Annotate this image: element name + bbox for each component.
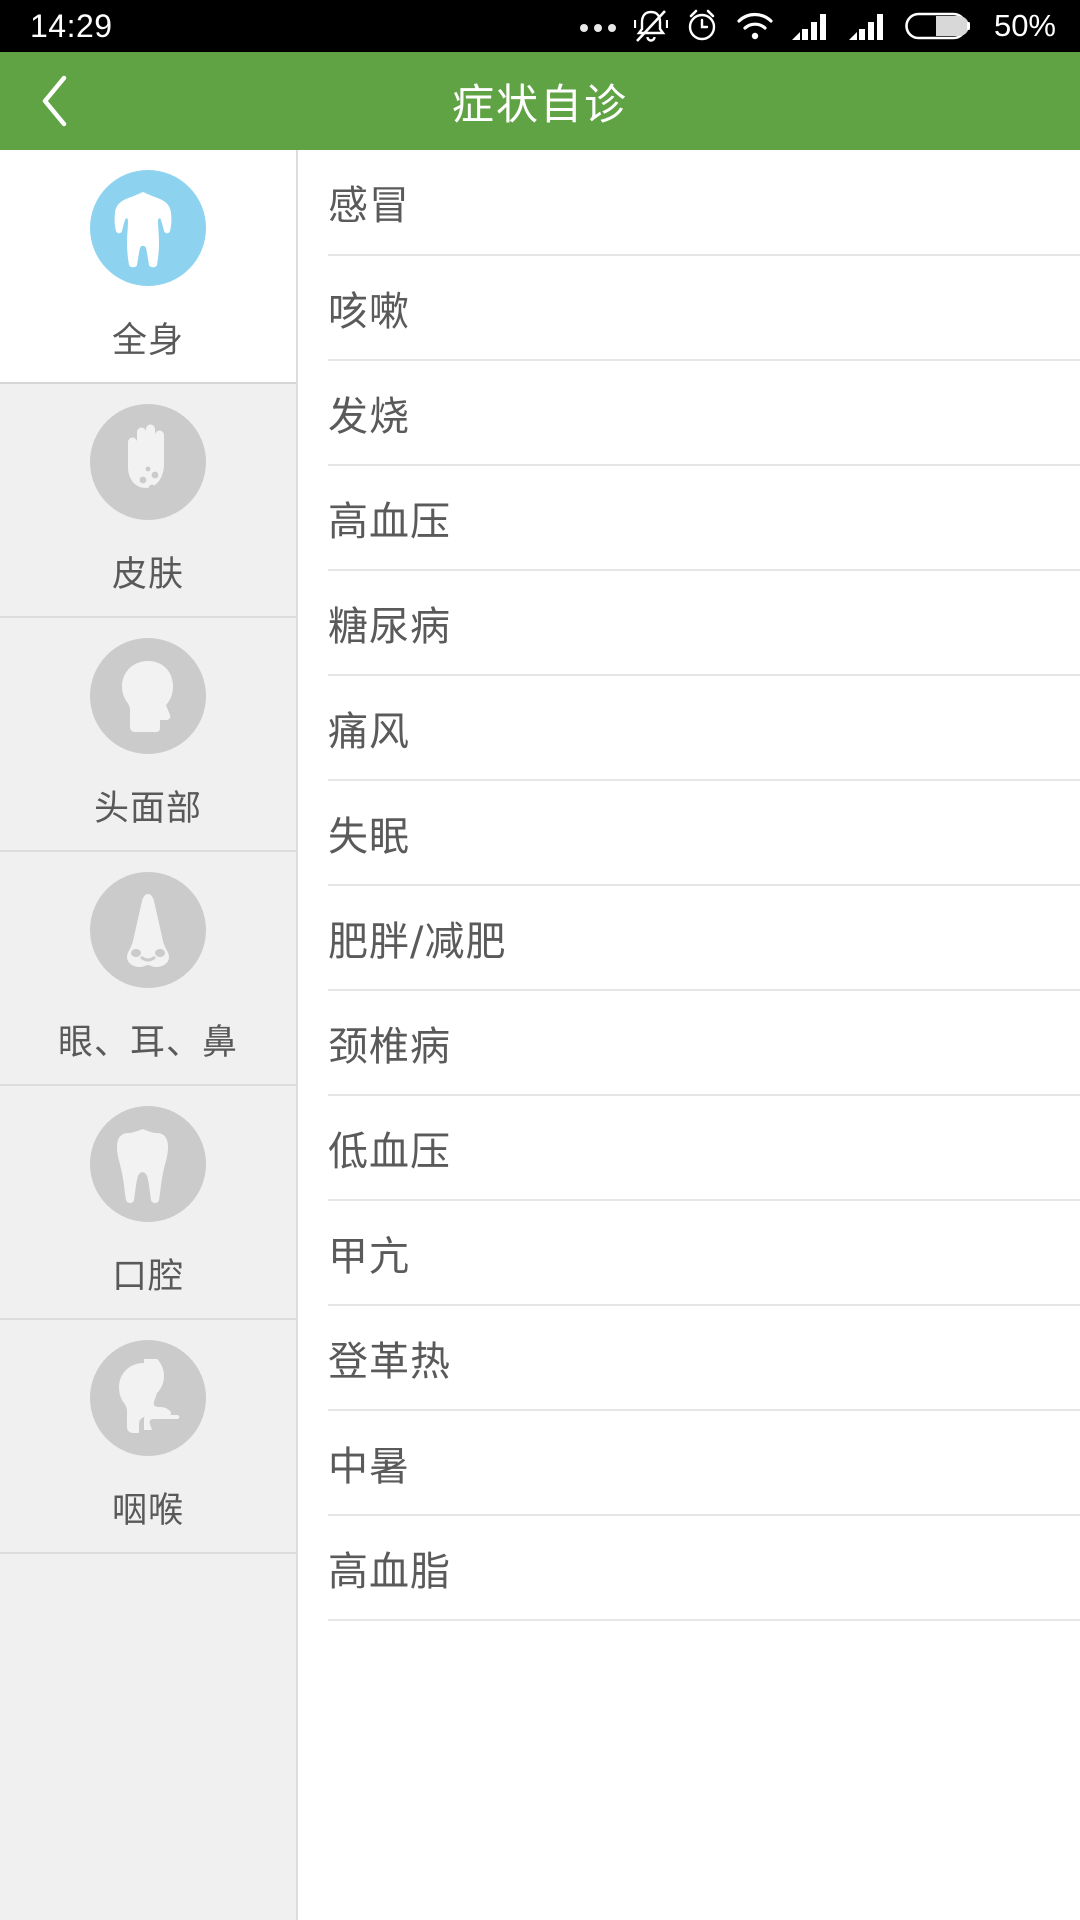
sidebar-item-label: 头面部 xyxy=(93,788,202,829)
list-item-label: 登革热 xyxy=(328,1338,451,1385)
list-item-label: 咳嗽 xyxy=(328,288,410,335)
list-item-label: 痛风 xyxy=(328,708,410,755)
list-item[interactable]: 颈椎病 xyxy=(328,991,1080,1096)
signal-bars-icon xyxy=(791,10,831,42)
list-item[interactable]: 感冒 xyxy=(328,150,1080,256)
list-item[interactable]: 甲亢 xyxy=(328,1201,1080,1306)
bell-muted-icon xyxy=(633,8,668,44)
status-bar-icons: 50% xyxy=(579,8,1056,44)
list-item[interactable]: 中暑 xyxy=(328,1411,1080,1516)
list-item-label: 低血压 xyxy=(328,1128,451,1175)
list-item-label: 甲亢 xyxy=(328,1233,410,1280)
tooth-icon xyxy=(90,1105,206,1222)
list-item[interactable]: 肥胖/减肥 xyxy=(328,886,1080,991)
torso-body-icon xyxy=(90,169,206,286)
list-item[interactable]: 糖尿病 xyxy=(328,571,1080,676)
list-item-label: 感冒 xyxy=(328,183,410,229)
list-item-label: 中暑 xyxy=(328,1443,410,1490)
list-item[interactable]: 咳嗽 xyxy=(328,256,1080,361)
sidebar-item-quanshen[interactable]: 全身 xyxy=(0,150,296,384)
list-item[interactable]: 登革热 xyxy=(328,1306,1080,1411)
throat-head-icon xyxy=(90,1339,206,1456)
list-item[interactable]: 发烧 xyxy=(328,361,1080,466)
sidebar-item-toumianbu[interactable]: 头面部 xyxy=(0,618,296,852)
status-bar-clock: 14:29 xyxy=(30,7,113,44)
list-item-label: 发烧 xyxy=(328,393,410,440)
list-item-label: 糖尿病 xyxy=(328,603,451,650)
sidebar-item-yanhou[interactable]: 咽喉 xyxy=(0,1320,296,1554)
list-item[interactable]: 低血压 xyxy=(328,1096,1080,1201)
sidebar-item-label: 眼、耳、鼻 xyxy=(57,1022,238,1063)
list-item[interactable]: 高血压 xyxy=(328,466,1080,571)
sidebar-item-label: 咽喉 xyxy=(111,1490,184,1531)
list-item-label: 颈椎病 xyxy=(328,1023,451,1070)
list-item-label: 高血压 xyxy=(328,498,451,545)
sidebar-item-yanerbi[interactable]: 眼、耳、鼻 xyxy=(0,852,296,1086)
head-profile-icon xyxy=(90,637,206,754)
alarm-clock-icon xyxy=(685,8,719,44)
list-item-label: 失眠 xyxy=(328,813,410,860)
sidebar-item-kouqiang[interactable]: 口腔 xyxy=(0,1086,296,1320)
wifi-icon xyxy=(736,11,774,41)
nose-icon xyxy=(90,871,206,988)
symptom-list: 感冒 咳嗽 发烧 高血压 糖尿病 痛风 失眠 肥胖/减肥 颈椎病 低血压 甲亢 xyxy=(298,150,1080,1920)
list-item-label: 肥胖/减肥 xyxy=(328,918,507,965)
battery-percentage-label: 50% xyxy=(993,8,1056,43)
battery-icon xyxy=(905,10,971,42)
status-bar: 14:29 50% xyxy=(0,0,1080,52)
sidebar-item-label: 全身 xyxy=(111,320,184,361)
hand-rash-icon xyxy=(90,403,206,520)
list-item-label: 高血脂 xyxy=(328,1548,451,1595)
sidebar-item-pifu[interactable]: 皮肤 xyxy=(0,384,296,618)
sidebar-item-label: 口腔 xyxy=(111,1256,184,1297)
sidebar-item-label: 皮肤 xyxy=(111,554,184,595)
more-dots-icon xyxy=(579,20,617,32)
app-bar: 症状自诊 xyxy=(0,52,1080,150)
content-area: 全身 皮肤 头面部 眼、耳、鼻 口腔 咽喉 感冒 咳嗽 发烧 高血压 糖尿病 痛… xyxy=(0,150,1080,1920)
category-sidebar[interactable]: 全身 皮肤 头面部 眼、耳、鼻 口腔 咽喉 xyxy=(0,150,298,1920)
list-item[interactable]: 失眠 xyxy=(328,781,1080,886)
list-item[interactable]: 高血脂 xyxy=(328,1516,1080,1621)
signal-bars-icon xyxy=(848,10,888,42)
list-item[interactable]: 痛风 xyxy=(328,676,1080,781)
page-title: 症状自诊 xyxy=(451,79,628,129)
